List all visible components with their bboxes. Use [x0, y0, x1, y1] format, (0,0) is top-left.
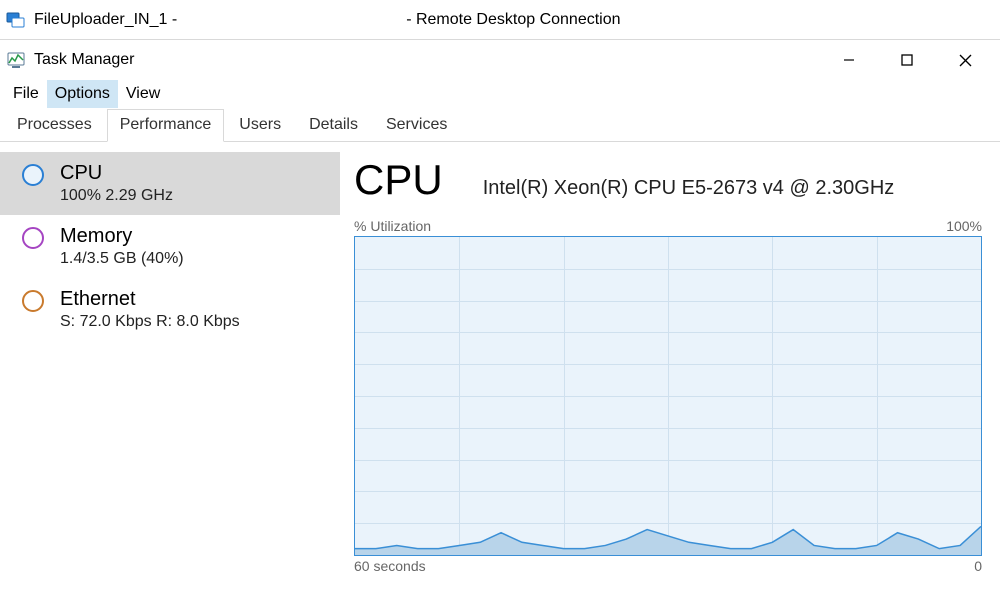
taskmanager-icon	[6, 50, 26, 70]
menu-file[interactable]: File	[5, 80, 47, 108]
rdp-window-title: - Remote Desktop Connection	[406, 11, 620, 29]
tab-performance[interactable]: Performance	[107, 109, 225, 142]
main-heading: CPU	[354, 156, 443, 204]
tab-processes[interactable]: Processes	[4, 109, 105, 142]
chart-xleft: 60 seconds	[354, 558, 426, 574]
sidebar-cpu-label: CPU	[60, 162, 173, 185]
taskmanager-titlebar: Task Manager	[0, 40, 1000, 80]
sidebar-memory-sub: 1.4/3.5 GB (40%)	[60, 250, 184, 268]
tab-users[interactable]: Users	[226, 109, 294, 142]
memory-icon	[22, 227, 44, 249]
window-controls	[820, 44, 994, 76]
sidebar-cpu-sub: 100% 2.29 GHz	[60, 187, 173, 205]
menu-options[interactable]: Options	[47, 80, 118, 108]
cpu-model: Intel(R) Xeon(R) CPU E5-2673 v4 @ 2.30GH…	[483, 177, 895, 200]
sidebar-ethernet-sub: S: 72.0 Kbps R: 8.0 Kbps	[60, 313, 240, 331]
chart-ylabel: % Utilization	[354, 218, 431, 234]
menubar: File Options View	[0, 80, 1000, 108]
tab-services[interactable]: Services	[373, 109, 460, 142]
tabbar: Processes Performance Users Details Serv…	[0, 108, 1000, 142]
maximize-button[interactable]	[878, 44, 936, 76]
sidebar-memory-label: Memory	[60, 225, 184, 248]
taskmanager-title: Task Manager	[34, 51, 135, 69]
cpu-chart-svg	[355, 237, 981, 555]
close-button[interactable]	[936, 44, 994, 76]
performance-sidebar: CPU 100% 2.29 GHz Memory 1.4/3.5 GB (40%…	[0, 142, 340, 611]
chart-ymax: 100%	[946, 218, 982, 234]
rdp-machine-name: FileUploader_IN_1 -	[34, 11, 177, 29]
rdp-titlebar: FileUploader_IN_1 - - Remote Desktop Con…	[0, 0, 1000, 40]
ethernet-icon	[22, 290, 44, 312]
tab-details[interactable]: Details	[296, 109, 371, 142]
sidebar-ethernet-label: Ethernet	[60, 288, 240, 311]
sidebar-item-memory[interactable]: Memory 1.4/3.5 GB (40%)	[0, 215, 340, 278]
sidebar-item-cpu[interactable]: CPU 100% 2.29 GHz	[0, 152, 340, 215]
performance-main: CPU Intel(R) Xeon(R) CPU E5-2673 v4 @ 2.…	[340, 142, 1000, 611]
rdp-icon	[6, 10, 26, 30]
minimize-button[interactable]	[820, 44, 878, 76]
cpu-utilization-chart[interactable]	[354, 236, 982, 556]
cpu-icon	[22, 164, 44, 186]
sidebar-item-ethernet[interactable]: Ethernet S: 72.0 Kbps R: 8.0 Kbps	[0, 278, 340, 341]
chart-xright: 0	[974, 558, 982, 574]
menu-view[interactable]: View	[118, 80, 168, 108]
